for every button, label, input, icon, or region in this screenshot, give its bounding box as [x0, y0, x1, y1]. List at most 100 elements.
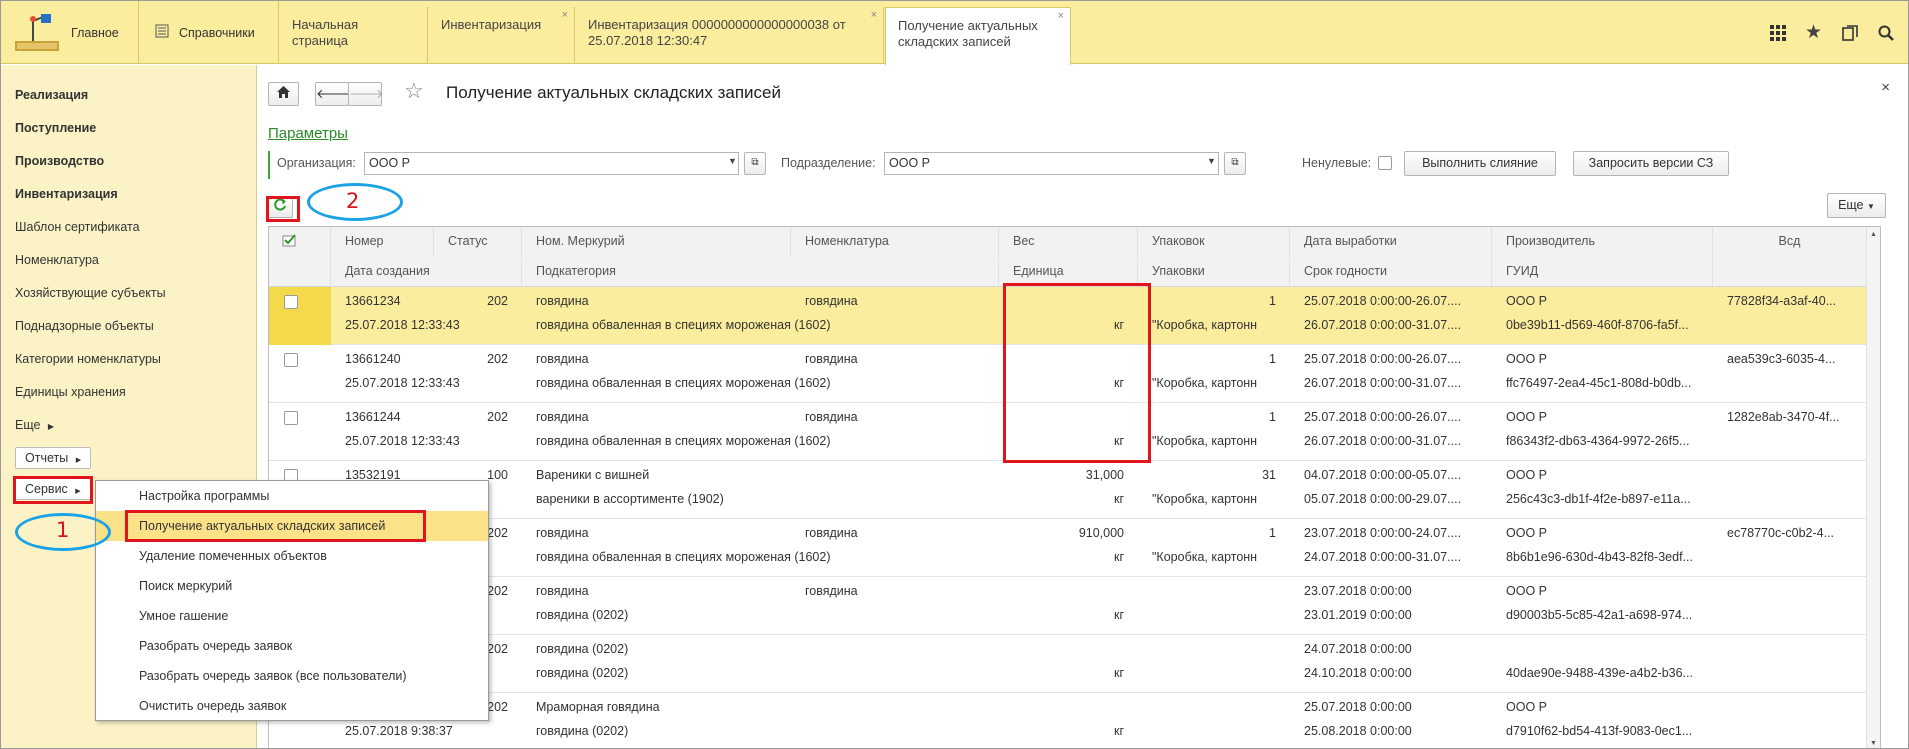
menu-item-process-request-queue[interactable]: Разобрать очередь заявок — [96, 631, 488, 661]
cell-date-prod: 24.07.2018 0:00:00 — [1304, 642, 1412, 656]
table-row[interactable]: 202 говядина говядина 23.07.2018 0:00:00 ООО… — [269, 577, 1880, 635]
row-checkbox[interactable] — [284, 295, 298, 309]
sidebar-item-sales[interactable]: Реализация — [15, 88, 88, 102]
nonzero-checkbox[interactable] — [1378, 156, 1392, 170]
table-row[interactable]: 202 говядина говядина 910,000 1 23.07.2018 0:… — [269, 519, 1880, 577]
cell-vsd: ec78770c-c0b2-4... — [1727, 526, 1835, 540]
cell-nomenclature: говядина — [805, 526, 858, 540]
sidebar-item-business-entities[interactable]: Хозяйствующие субъекты — [15, 286, 166, 300]
menu-item-mercury-search[interactable]: Поиск меркурий — [96, 571, 488, 601]
org-field[interactable]: ООО Р — [364, 152, 739, 175]
annotation-box-service — [13, 476, 93, 504]
tab-close-icon[interactable]: × — [1058, 8, 1064, 24]
arrow-right-icon: 🡒 — [349, 86, 384, 101]
history-icon[interactable] — [1831, 1, 1868, 64]
cell-date-prod: 25.07.2018 0:00:00-26.07.... — [1304, 352, 1462, 366]
cell-expiry: 25.08.2018 0:00:00 — [1304, 724, 1412, 738]
cell-date-prod: 23.07.2018 0:00:00 — [1304, 584, 1412, 598]
header-nomenclature[interactable]: Номенклатура — [791, 227, 999, 256]
section-references[interactable]: Справочники — [139, 1, 279, 64]
header-guid[interactable]: ГУИД — [1492, 257, 1713, 286]
tab-start-page[interactable]: Начальная страница — [280, 7, 428, 64]
sidebar-more[interactable]: Еще ▶ — [15, 418, 54, 432]
header-subcategory[interactable]: Подкатегория — [522, 257, 999, 286]
table-row[interactable]: 13532191 100 Вареники с вишней 31,000 31 04.0… — [269, 461, 1880, 519]
table-scrollbar[interactable]: ▲ ▼ — [1866, 227, 1880, 748]
sidebar-item-certificate-template[interactable]: Шаблон сертификата — [15, 220, 140, 234]
cell-nom-mercury: говядина — [536, 584, 589, 598]
params-link[interactable]: Параметры — [268, 125, 348, 142]
cell-packaging: "Коробка, картонн — [1152, 434, 1258, 448]
header-producer[interactable]: Производитель — [1492, 227, 1713, 256]
menu-item-delete-marked-objects[interactable]: Удаление помеченных объектов — [96, 541, 488, 571]
sidebar-item-nomenclature-categories[interactable]: Категории номенклатуры — [15, 352, 161, 366]
row-checkbox[interactable] — [284, 411, 298, 425]
cell-guid: ffc76497-2ea4-45c1-808d-b0db... — [1506, 376, 1692, 390]
org-value: ООО Р — [369, 156, 410, 170]
sidebar-item-production[interactable]: Производство — [15, 154, 104, 168]
header-number[interactable]: Номер — [331, 227, 434, 256]
back-button[interactable]: 🡐 — [315, 82, 351, 106]
forward-button[interactable]: 🡒 — [348, 82, 384, 106]
request-versions-button[interactable]: Запросить версии СЗ — [1573, 151, 1729, 176]
cell-status: 202 — [487, 410, 508, 424]
menu-item-clear-request-queue[interactable]: Очистить очередь заявок — [96, 691, 488, 721]
sidebar-item-nomenclature[interactable]: Номенклатура — [15, 253, 99, 267]
star-icon[interactable]: ★ — [1795, 1, 1832, 64]
cell-expiry: 24.07.2018 0:00:00-31.07.... — [1304, 550, 1462, 564]
app-window: Главное Справочники Начальная страница И… — [0, 0, 1909, 749]
dropdown-icon[interactable]: ▼ — [728, 156, 737, 166]
menu-item-program-settings[interactable]: Настройка программы — [96, 481, 488, 511]
arrow-left-icon: 🡐 — [316, 86, 351, 101]
form-close-icon[interactable]: × — [1881, 79, 1890, 96]
apps-grid-icon[interactable] — [1759, 1, 1796, 64]
section-main[interactable]: Главное — [1, 1, 139, 64]
header-packaging[interactable]: Упаковки — [1138, 257, 1290, 286]
menu-item-smart-repayment[interactable]: Умное гашение — [96, 601, 488, 631]
header-expiry[interactable]: Срок годности — [1290, 257, 1492, 286]
header-vsd[interactable]: Всд — [1713, 227, 1867, 256]
cell-producer — [1506, 640, 1709, 658]
tab-close-icon[interactable]: × — [562, 7, 568, 23]
header-packs[interactable]: Упаковок — [1138, 227, 1290, 256]
sidebar-item-inventory[interactable]: Инвентаризация — [15, 187, 118, 201]
header-date-production[interactable]: Дата выработки — [1290, 227, 1492, 256]
cell-unit: кг — [1113, 550, 1124, 564]
header-status[interactable]: Статус — [434, 227, 522, 256]
cell-nomenclature — [805, 640, 995, 658]
tab-close-icon[interactable]: × — [871, 7, 877, 23]
home-button[interactable] — [268, 82, 299, 106]
cell-producer: ООО Р — [1506, 700, 1547, 714]
sidebar-item-receipts[interactable]: Поступление — [15, 121, 96, 135]
cell-expiry: 05.07.2018 0:00:00-29.07.... — [1304, 492, 1462, 506]
cell-subcategory: говядина обваленная в специях мороженая … — [536, 550, 831, 564]
scroll-up-icon[interactable]: ▲ — [1870, 231, 1877, 238]
header-nom-mercury[interactable]: Ном. Меркурий — [522, 227, 791, 256]
cell-packs — [1138, 582, 1276, 600]
division-field[interactable]: ООО Р — [884, 152, 1219, 175]
header-date-created[interactable]: Дата создания — [331, 257, 522, 286]
header-weight[interactable]: Вес — [999, 227, 1138, 256]
tab-inventory-document[interactable]: Инвентаризация 0000000000000000038 от 25… — [576, 7, 884, 64]
table-row[interactable]: 202 Мраморная говядина 25.07.2018 0:00:00 О… — [269, 693, 1880, 748]
table-row[interactable]: 202 говядина (0202) 24.07.2018 0:00:00 говя… — [269, 635, 1880, 693]
row-checkbox[interactable] — [284, 353, 298, 367]
open-division-button[interactable]: ⧉ — [1224, 152, 1246, 175]
reports-button[interactable]: Отчеты ▶ — [15, 447, 92, 469]
tab-inventory[interactable]: Инвентаризация × — [429, 7, 575, 64]
search-icon[interactable] — [1867, 1, 1904, 64]
scroll-down-icon[interactable]: ▼ — [1870, 740, 1877, 747]
more-button[interactable]: Еще ▼ — [1827, 193, 1886, 218]
cell-nomenclature: говядина — [805, 294, 858, 308]
tab-get-warehouse-records[interactable]: Получение актуальных складских записей × — [885, 7, 1071, 65]
section-main-label: Главное — [71, 25, 119, 40]
favorite-star-icon[interactable]: ☆ — [404, 78, 424, 104]
sidebar-item-supervised-objects[interactable]: Поднадзорные объекты — [15, 319, 154, 333]
menu-item-process-request-queue-all-users[interactable]: Разобрать очередь заявок (все пользовате… — [96, 661, 488, 691]
dropdown-icon[interactable]: ▼ — [1207, 156, 1216, 166]
merge-button[interactable]: Выполнить слияние — [1404, 151, 1556, 176]
sidebar-item-storage-units[interactable]: Единицы хранения — [15, 385, 126, 399]
open-org-button[interactable]: ⧉ — [744, 152, 766, 175]
cell-guid: 8b6b1e96-630d-4b43-82f8-3edf... — [1506, 550, 1693, 564]
header-unit[interactable]: Единица — [999, 257, 1138, 286]
